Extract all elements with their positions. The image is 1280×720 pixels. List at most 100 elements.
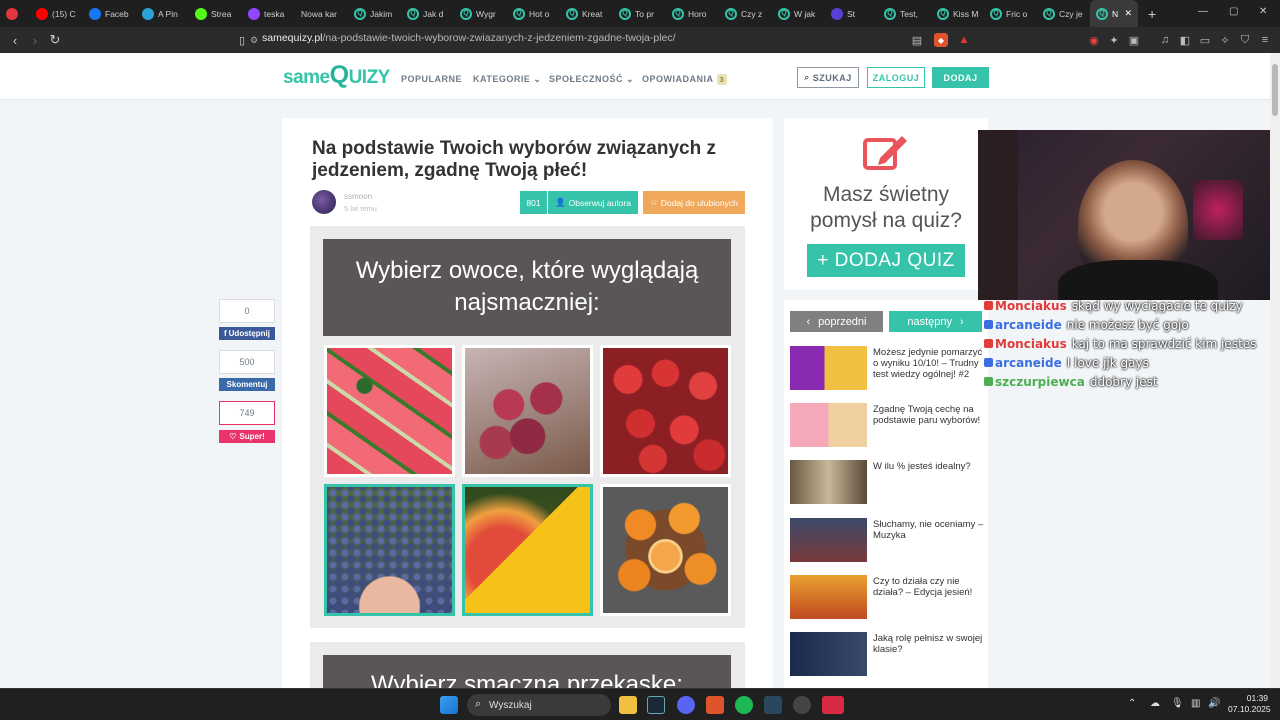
minimize-icon[interactable]: — (1198, 6, 1208, 17)
browser-tab[interactable]: St (825, 0, 878, 27)
maximize-icon[interactable]: ▢ (1229, 6, 1238, 17)
cloud-icon[interactable]: ☁ (1150, 698, 1160, 709)
forward-icon[interactable]: › (25, 30, 45, 50)
nav-popularne[interactable]: POPULARNE (401, 74, 462, 84)
brave-shield-icon[interactable]: ◆ (934, 33, 948, 47)
new-tab-icon[interactable]: + (1148, 6, 1156, 22)
start-icon[interactable] (440, 696, 458, 714)
steam-icon[interactable] (647, 696, 665, 714)
browser-tab[interactable]: teska (242, 0, 295, 27)
app-icon[interactable] (822, 696, 844, 714)
browser-tab[interactable]: Q Kreat (560, 0, 613, 27)
browser-tab[interactable]: A Pin (136, 0, 189, 27)
related-item[interactable]: Możesz jedynie pomarzyć o wyniku 10/10! … (790, 346, 986, 390)
add-favorite-button[interactable]: ☆ Dodaj do ulubionych (643, 191, 745, 214)
browser-tab[interactable]: Q Jak d (401, 0, 454, 27)
add-quiz-button[interactable]: + DODAJ QUIZ (807, 244, 965, 277)
answer-blueberries[interactable] (324, 484, 455, 616)
add-button[interactable]: DODAJ (932, 67, 989, 88)
comment-button[interactable]: Skomentuj (219, 378, 275, 391)
page-scrollbar[interactable] (1270, 53, 1280, 688)
answer-strawberries[interactable] (600, 345, 731, 477)
related-item[interactable]: W ilu % jesteś idealny? (790, 460, 986, 504)
close-window-icon[interactable]: ✕ (1259, 6, 1267, 17)
browser-tab[interactable]: (15) C (30, 0, 83, 27)
browser-tab[interactable]: Q Fric o (984, 0, 1037, 27)
wallet-icon[interactable]: ▭ (1198, 33, 1212, 47)
vpn-icon[interactable]: ⛉ (1238, 33, 1252, 47)
search-button[interactable]: ⌕ SZUKAJ (797, 67, 859, 88)
site-logo[interactable]: sameQUIZY (283, 61, 390, 90)
prev-button[interactable]: ‹ poprzedni (790, 311, 883, 332)
chat-username[interactable]: arcaneide (995, 318, 1062, 332)
browser-tab[interactable]: Q Czy je (1037, 0, 1090, 27)
menu-icon[interactable]: ≡ (1258, 33, 1272, 47)
browser-tab[interactable]: Q Hot o (507, 0, 560, 27)
brave-icon[interactable] (706, 696, 724, 714)
close-tab-icon[interactable]: ✕ (1124, 8, 1132, 19)
mic-icon[interactable]: 🎙 (1171, 698, 1184, 709)
follow-author-button[interactable]: 👤 Obserwuj autora (548, 191, 638, 214)
browser-tab[interactable]: Faceb (83, 0, 136, 27)
taskbar-search[interactable]: ⌕ Wyszukaj (467, 694, 611, 716)
answer-plums[interactable] (462, 345, 593, 477)
browser-tab[interactable]: Q Wygr (454, 0, 507, 27)
author-avatar[interactable] (312, 190, 336, 214)
chat-username[interactable]: Monciakus (995, 299, 1067, 313)
chat-username[interactable]: arcaneide (995, 356, 1062, 370)
browser-tab[interactable]: Q To pr (613, 0, 666, 27)
browser-tab[interactable]: Q N ✕ (1090, 0, 1138, 27)
browser-tab[interactable] (0, 0, 30, 27)
screenshot-icon[interactable]: ▣ (1127, 33, 1141, 47)
comment-count: 500 (219, 350, 275, 374)
rewards-icon[interactable]: ▲ (957, 33, 971, 47)
browser-tab[interactable]: Q Kiss M (931, 0, 984, 27)
next-button[interactable]: następny › (889, 311, 982, 332)
nav-opowiadania[interactable]: OPOWIADANIA 3 (642, 74, 728, 85)
clock[interactable]: 01:39 07.10.2025 (1228, 693, 1271, 715)
network-icon[interactable]: ▥ (1191, 698, 1200, 709)
badge-icon (984, 339, 993, 348)
chat-username[interactable]: szczurpiewca (995, 375, 1085, 389)
related-item[interactable]: Zgadnę Twoją cechę na podstawie paru wyb… (790, 403, 986, 447)
author-name[interactable]: ssmoon (344, 192, 372, 201)
browser-tab[interactable]: Q Czy z (719, 0, 772, 27)
site-info-icon[interactable]: ⚙ (250, 35, 258, 46)
browser-tab[interactable]: Nowa kar (295, 0, 348, 27)
login-button[interactable]: ZALOGUJ (867, 67, 925, 88)
reader-icon[interactable]: ▤ (910, 33, 924, 47)
discord-icon[interactable] (677, 696, 695, 714)
related-thumbnail (790, 632, 867, 676)
tray-chevron-icon[interactable]: ⌃ (1128, 698, 1136, 709)
super-button[interactable]: ♡ Super! (219, 430, 275, 443)
browser-tab[interactable]: Q Jakim (348, 0, 401, 27)
answer-watermelon[interactable] (324, 345, 455, 477)
extensions-icon[interactable]: ✦ (1107, 33, 1121, 47)
share-button[interactable]: f Udostępnij (219, 327, 275, 340)
related-item[interactable]: Jaką rolę pełnisz w swojej klasie? (790, 632, 986, 676)
spotify-icon[interactable] (735, 696, 753, 714)
bookmark-icon[interactable]: ▯ (232, 30, 252, 50)
record-ext-icon[interactable]: ◉ (1087, 33, 1101, 47)
related-item[interactable]: Czy to działa czy nie działa? – Edycja j… (790, 575, 986, 619)
answer-mango[interactable] (462, 484, 593, 616)
answer-mandarins[interactable] (600, 484, 731, 616)
nav-kategorie[interactable]: KATEGORIE ⌄ (473, 74, 541, 85)
music-icon[interactable]: ♫ (1158, 33, 1172, 47)
steam2-icon[interactable] (764, 696, 782, 714)
obs-icon[interactable] (793, 696, 811, 714)
back-icon[interactable]: ‹ (5, 30, 25, 50)
sidebar-icon[interactable]: ◧ (1178, 33, 1192, 47)
nav-spolecznosc[interactable]: SPOŁECZNOŚĆ ⌄ (549, 74, 634, 85)
file-explorer-icon[interactable] (619, 696, 637, 714)
browser-tab[interactable]: Q Test, (878, 0, 931, 27)
scrollbar-thumb[interactable] (1272, 64, 1278, 116)
browser-tab[interactable]: Q Horo (666, 0, 719, 27)
browser-tab[interactable]: Strea (189, 0, 242, 27)
chat-username[interactable]: Monciakus (995, 337, 1067, 351)
browser-tab[interactable]: Q W jak (772, 0, 825, 27)
reload-icon[interactable]: ↻ (45, 30, 65, 50)
leo-icon[interactable]: ✧ (1218, 33, 1232, 47)
related-item[interactable]: Słuchamy, nie oceniamy – Muzyka (790, 518, 986, 562)
volume-icon[interactable]: 🔊 (1208, 698, 1220, 709)
